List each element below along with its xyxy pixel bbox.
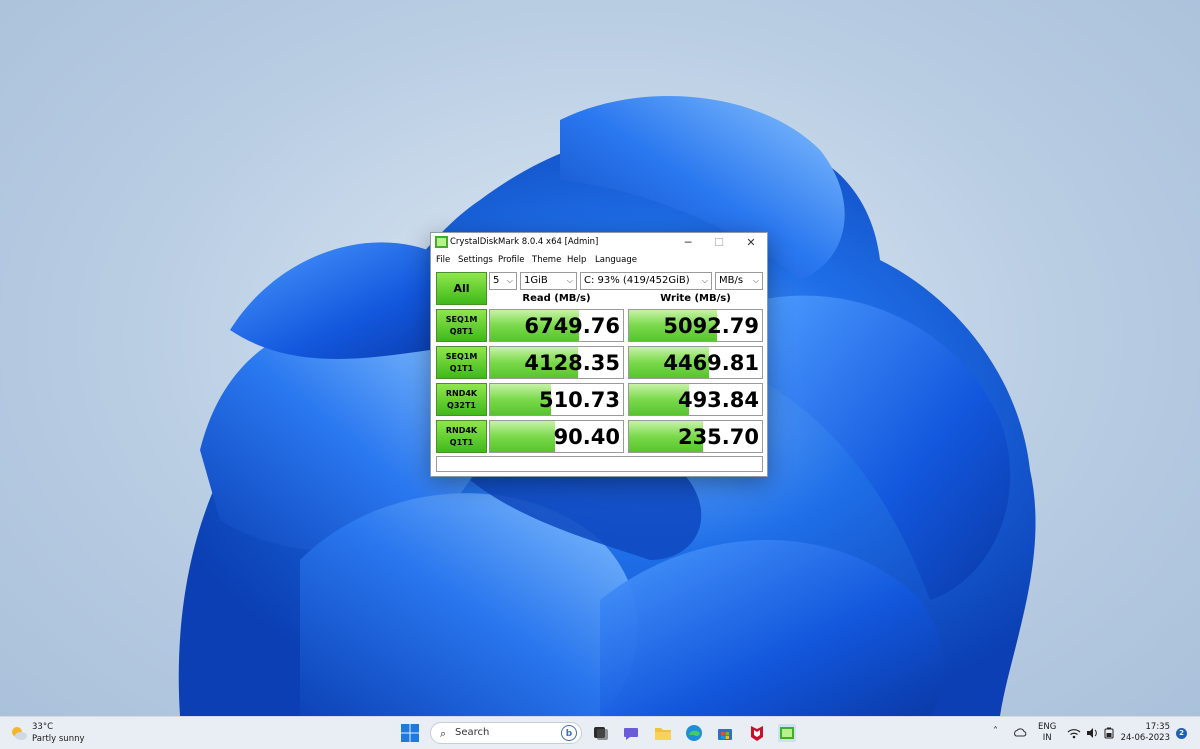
region-code: IN [1042, 733, 1052, 743]
menu-language[interactable]: Language [595, 255, 637, 265]
read-result-seq1m-q8t1: 6749.76 [489, 309, 624, 342]
chevron-down-icon: ⌵ [701, 276, 708, 285]
write-result-rnd4k-q1t1: 235.70 [628, 420, 763, 453]
edge-browser-icon[interactable] [685, 724, 703, 742]
windows-start-icon[interactable] [401, 724, 419, 742]
bing-icon[interactable]: b [561, 725, 577, 741]
test-queue-label: Q32T1 [447, 400, 476, 410]
chevron-down-icon: ⌵ [752, 276, 759, 285]
taskbar-search-box[interactable]: ⌕ Search b [430, 722, 582, 744]
test-size-select[interactable]: 1GiB ⌵ [520, 272, 577, 290]
comment-input[interactable] [436, 456, 763, 472]
test-rnd4k-q1t1-button[interactable]: RND4K Q1T1 [436, 420, 487, 453]
test-queue-label: Q8T1 [449, 326, 474, 336]
minimize-button[interactable]: ─ [675, 235, 701, 251]
onedrive-cloud-icon[interactable] [1013, 726, 1027, 740]
mcafee-icon[interactable] [748, 724, 766, 742]
window-title: CrystalDiskMark 8.0.4 x64 [Admin] [450, 237, 599, 247]
test-seq1m-q8t1-button[interactable]: SEQ1M Q8T1 [436, 309, 487, 342]
write-result-value: 5092.79 [663, 314, 759, 338]
teams-chat-icon[interactable] [622, 724, 640, 742]
taskbar: 33°C Partly sunny ⌕ Search b ˄ ENG IN 17… [0, 716, 1200, 749]
unit-value: MB/s [719, 275, 744, 286]
language-code: ENG [1038, 722, 1057, 732]
drive-select[interactable]: C: 93% (419/452GiB) ⌵ [580, 272, 712, 290]
input-language-indicator[interactable]: ENG IN [1038, 722, 1056, 744]
write-result-value: 235.70 [677, 425, 759, 449]
write-result-value: 4469.81 [663, 351, 759, 375]
wifi-icon[interactable] [1067, 726, 1081, 740]
write-result-seq1m-q8t1: 5092.79 [628, 309, 763, 342]
test-queue-label: Q1T1 [449, 363, 474, 373]
microsoft-store-icon[interactable] [716, 724, 734, 742]
crystaldiskmark-app-icon [435, 236, 448, 248]
drive-value: C: 93% (419/452GiB) [584, 275, 690, 286]
test-type-label: SEQ1M [445, 351, 478, 361]
search-icon: ⌕ [440, 727, 447, 740]
read-result-bar [490, 421, 556, 452]
read-column-header: Read (MB/s) [522, 293, 591, 304]
battery-icon[interactable] [1102, 726, 1116, 740]
test-count-select[interactable]: 5 ⌵ [489, 272, 517, 290]
file-explorer-icon[interactable] [654, 724, 672, 742]
test-type-label: RND4K [445, 425, 478, 435]
menu-settings[interactable]: Settings [458, 255, 493, 265]
test-count-value: 5 [493, 275, 500, 286]
weather-condition[interactable]: Partly sunny [32, 734, 85, 744]
clock-date: 24-06-2023 [1120, 733, 1170, 743]
read-result-value: 6749.76 [524, 314, 620, 338]
read-result-value: 4128.35 [524, 351, 620, 375]
chevron-down-icon: ⌵ [506, 276, 513, 285]
read-result-rnd4k-q1t1: 90.40 [489, 420, 624, 453]
system-clock[interactable]: 17:35 24-06-2023 [1120, 722, 1170, 744]
crystaldiskmark-taskbar-icon[interactable] [778, 724, 796, 742]
test-type-label: RND4K [445, 388, 478, 398]
close-button[interactable]: ✕ [738, 235, 764, 251]
volume-icon[interactable] [1085, 726, 1099, 740]
read-result-rnd4k-q32t1: 510.73 [489, 383, 624, 416]
test-seq1m-q1t1-button[interactable]: SEQ1M Q1T1 [436, 346, 487, 379]
test-type-label: SEQ1M [445, 314, 478, 324]
menu-theme[interactable]: Theme [532, 255, 561, 265]
test-rnd4k-q32t1-button[interactable]: RND4K Q32T1 [436, 383, 487, 416]
menu-file[interactable]: File [436, 255, 450, 265]
maximize-button[interactable]: ☐ [706, 235, 732, 251]
all-tests-button[interactable]: All [436, 272, 487, 305]
read-result-seq1m-q1t1: 4128.35 [489, 346, 624, 379]
task-view-icon[interactable] [592, 724, 610, 742]
partly-sunny-icon[interactable] [10, 724, 28, 742]
test-queue-label: Q1T1 [449, 437, 474, 447]
title-bar[interactable]: CrystalDiskMark 8.0.4 x64 [Admin] ─ ☐ ✕ [431, 233, 767, 253]
weather-temperature[interactable]: 33°C [32, 722, 53, 732]
menu-bar: File Settings Profile Theme Help Languag… [431, 254, 767, 268]
write-column-header: Write (MB/s) [660, 293, 731, 304]
chevron-down-icon: ⌵ [566, 276, 573, 285]
write-result-value: 493.84 [677, 388, 759, 412]
crystaldiskmark-window: CrystalDiskMark 8.0.4 x64 [Admin] ─ ☐ ✕ … [430, 232, 768, 477]
clock-time: 17:35 [1145, 722, 1171, 732]
read-result-value: 510.73 [538, 388, 620, 412]
unit-select[interactable]: MB/s ⌵ [715, 272, 763, 290]
write-result-seq1m-q1t1: 4469.81 [628, 346, 763, 379]
menu-help[interactable]: Help [567, 255, 586, 265]
search-label: Search [455, 727, 490, 738]
chevron-up-icon[interactable]: ˄ [993, 726, 998, 737]
test-size-value: 1GiB [524, 275, 548, 286]
notification-badge[interactable]: 2 [1176, 728, 1187, 739]
menu-profile[interactable]: Profile [498, 255, 524, 265]
write-result-rnd4k-q32t1: 493.84 [628, 383, 763, 416]
read-result-value: 90.40 [553, 425, 620, 449]
